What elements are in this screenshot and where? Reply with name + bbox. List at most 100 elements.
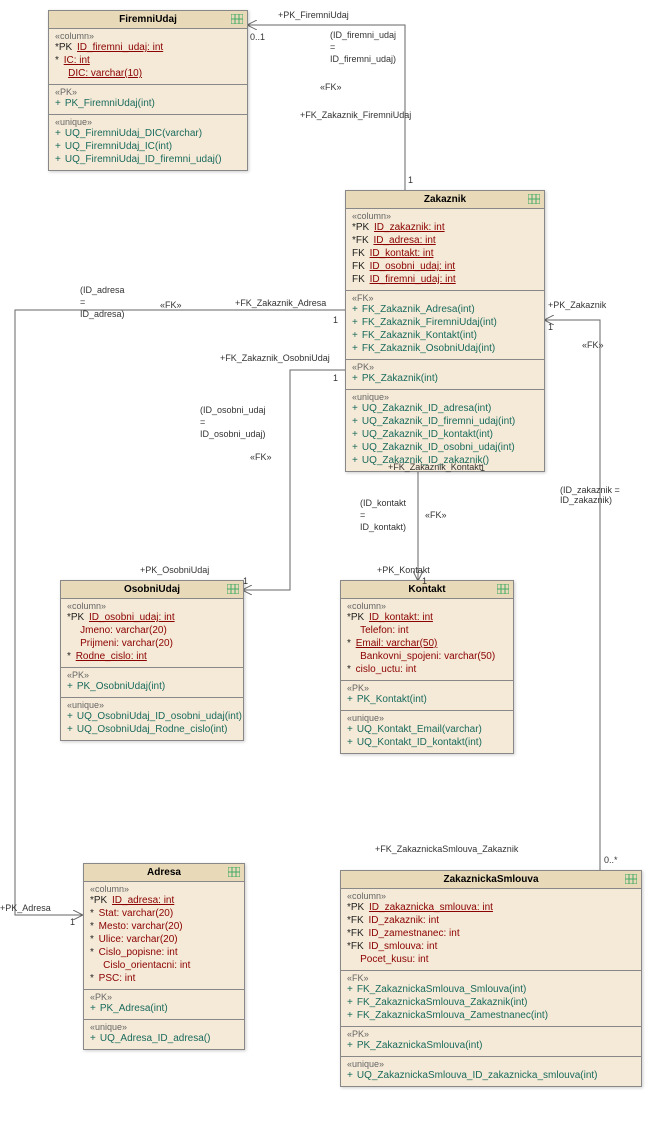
operation-row: +UQ_FiremniUdaj_ID_firemni_udaj() [55,153,241,166]
uq-stereotype: «unique» [347,713,507,723]
unique-section: «unique» +UQ_OsobniUdaj_ID_osobni_udaj(i… [61,698,243,740]
constraint: (ID_osobni_udaj [200,405,266,415]
operation-row: +UQ_FiremniUdaj_IC(int) [55,140,241,153]
class-osobniudaj: OsobniUdaj «column» *PK ID_osobni_udaj: … [60,580,244,741]
table-icon [528,194,540,204]
column-row: FK ID_osobni_udaj: int [352,260,538,273]
constraint: (ID_adresa [80,285,125,295]
constraint: ID_firemni_udaj) [330,54,396,64]
columns-section: «column» *PK ID_zakaznik: int*FK ID_adre… [346,209,544,291]
assoc-label: +FK_Zakaznik_FiremniUdaj [300,110,411,120]
pk-stereotype: «PK» [90,992,238,1002]
column-row: FK ID_firemni_udaj: int [352,273,538,286]
unique-section: «unique» +UQ_FiremniUdaj_DIC(varchar)+UQ… [49,115,247,170]
class-zakaznik: Zakaznik «column» *PK ID_zakaznik: int*F… [345,190,545,472]
fk-stereotype-label: «FK» [250,452,272,462]
fk-section: «FK» +FK_Zakaznik_Adresa(int)+FK_Zakazni… [346,291,544,360]
class-firemniudaj: FiremniUdaj «column» *PK ID_firemni_udaj… [48,10,248,171]
title-text: Zakaznik [424,194,466,205]
uq-stereotype: «unique» [55,117,241,127]
uq-stereotype: «unique» [352,392,538,402]
column-row: *FK ID_adresa: int [352,234,538,247]
multiplicity: 1 [333,373,338,383]
assoc-label: +PK_Adresa [0,903,51,913]
operation-row: +UQ_Kontakt_ID_kontakt(int) [347,736,507,749]
pk-stereotype: «PK» [352,362,538,372]
assoc-label: +FK_Zakaznik_Adresa [235,298,326,308]
column-row: Telefon: int [347,624,507,637]
columns-stereotype: «column» [55,31,241,41]
pk-section: «PK» +PK_Kontakt(int) [341,681,513,711]
column-row: * Cislo_popisne: int [90,946,238,959]
multiplicity: 1 [243,576,248,586]
columns-section: «column» *PK ID_osobni_udaj: int Jmeno: … [61,599,243,668]
class-title: Adresa [84,864,244,882]
operation-row: +UQ_ZakaznickaSmlouva_ID_zakaznicka_smlo… [347,1069,635,1082]
column-row: * Mesto: varchar(20) [90,920,238,933]
column-row: *PK ID_zakaznicka_smlouva: int [347,901,635,914]
column-row: DIC: varchar(10) [55,67,241,80]
columns-section: «column» *PK ID_kontakt: int Telefon: in… [341,599,513,681]
operation-row: +UQ_OsobniUdaj_Rodne_cislo(int) [67,723,237,736]
operation-row: +UQ_Zakaznik_ID_osobni_udaj(int) [352,441,538,454]
fk-stereotype-label: «FK» [320,82,342,92]
operation-row: +FK_Zakaznik_Adresa(int) [352,303,538,316]
fk-stereotype-label: «FK» [582,340,604,350]
operation-row: +FK_ZakaznickaSmlouva_Zamestnanec(int) [347,1009,635,1022]
operation-row: +PK_Zakaznik(int) [352,372,538,385]
class-title: OsobniUdaj [61,581,243,599]
constraint: ID_adresa) [80,309,125,319]
table-icon [231,14,243,24]
pk-section: «PK» +PK_Zakaznik(int) [346,360,544,390]
columns-stereotype: «column» [347,601,507,611]
operation-row: +UQ_FiremniUdaj_DIC(varchar) [55,127,241,140]
unique-section: «unique» +UQ_ZakaznickaSmlouva_ID_zakazn… [341,1057,641,1086]
title-text: OsobniUdaj [124,584,180,595]
multiplicity: 1 [422,576,427,586]
column-row: * Stat: varchar(20) [90,907,238,920]
class-title: FiremniUdaj [49,11,247,29]
multiplicity: 1 [408,175,413,185]
column-row: *FK ID_zamestnanec: int [347,927,635,940]
column-row: *PK ID_firemni_udaj: int [55,41,241,54]
title-text: ZakaznickaSmlouva [443,874,538,885]
column-row: *FK ID_smlouva: int [347,940,635,953]
table-icon [625,874,637,884]
pk-section: «PK» +PK_OsobniUdaj(int) [61,668,243,698]
fk-stereotype: «FK» [352,293,538,303]
columns-stereotype: «column» [352,211,538,221]
pk-stereotype: «PK» [347,683,507,693]
operation-row: +PK_Adresa(int) [90,1002,238,1015]
pk-stereotype: «PK» [347,1029,635,1039]
constraint: = [360,510,365,520]
constraint: ID_kontakt) [360,522,406,532]
assoc-label: +PK_Zakaznik [548,300,606,310]
assoc-label: +PK_Kontakt [377,565,430,575]
operation-row: +UQ_Zakaznik_ID_firemni_udaj(int) [352,415,538,428]
column-row: *PK ID_osobni_udaj: int [67,611,237,624]
fk-section: «FK» +FK_ZakaznickaSmlouva_Smlouva(int)+… [341,971,641,1027]
column-row: *PK ID_kontakt: int [347,611,507,624]
constraint: (ID_zakaznik = ID_zakaznik) [560,485,620,505]
column-row: * Rodne_cislo: int [67,650,237,663]
assoc-label: +PK_FiremniUdaj [278,10,349,20]
assoc-label: +FK_ZakaznickaSmlouva_Zakaznik [375,844,518,854]
operation-row: +UQ_Zakaznik_ID_adresa(int) [352,402,538,415]
pk-section: «PK» +PK_FiremniUdaj(int) [49,85,247,115]
operation-row: +FK_Zakaznik_FiremniUdaj(int) [352,316,538,329]
table-icon [497,584,509,594]
column-row: Jmeno: varchar(20) [67,624,237,637]
column-row: *PK ID_adresa: int [90,894,238,907]
multiplicity: 0..* [604,855,618,865]
column-row: Pocet_kusu: int [347,953,635,966]
operation-row: +UQ_OsobniUdaj_ID_osobni_udaj(int) [67,710,237,723]
operation-row: +PK_Kontakt(int) [347,693,507,706]
table-icon [227,584,239,594]
column-row: * PSC: int [90,972,238,985]
uq-stereotype: «unique» [347,1059,635,1069]
columns-section: «column» *PK ID_zakaznicka_smlouva: int *… [341,889,641,971]
multiplicity: 1 [70,917,75,927]
assoc-label: +FK_Zakaznik_OsobniUdaj [220,353,330,363]
columns-stereotype: «column» [347,891,635,901]
operation-row: +PK_FiremniUdaj(int) [55,97,241,110]
